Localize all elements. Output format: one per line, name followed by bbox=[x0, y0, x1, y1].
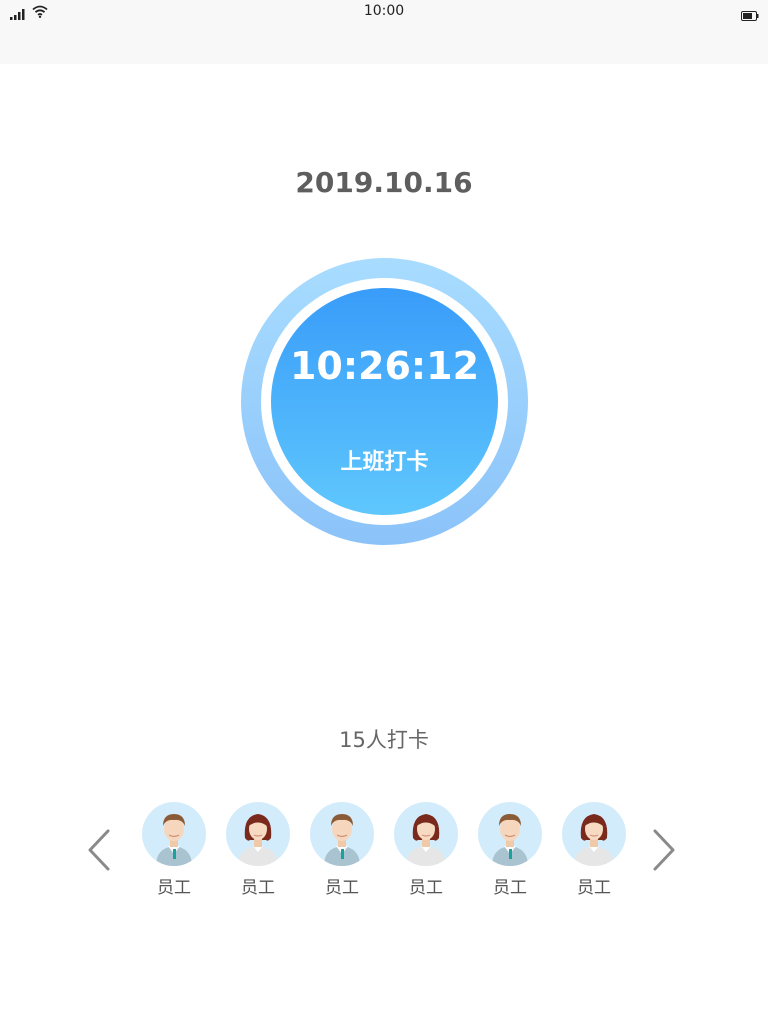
employee-item[interactable]: 员工 bbox=[394, 802, 458, 902]
employee-item[interactable]: 员工 bbox=[478, 802, 542, 902]
clock-time: 10:26:12 bbox=[289, 344, 480, 388]
employee-label: 员工 bbox=[157, 878, 191, 898]
chevron-right-icon[interactable] bbox=[649, 828, 679, 872]
employee-label: 员工 bbox=[241, 878, 275, 898]
battery-icon bbox=[741, 6, 759, 25]
male-avatar-icon bbox=[142, 802, 206, 866]
employee-list: 员工 员工 员工 员工 员工 员工 bbox=[142, 802, 626, 902]
status-time: 10:00 bbox=[363, 3, 405, 19]
clock-in-label: 上班打卡 bbox=[340, 450, 429, 475]
status-bar: 10:00 bbox=[0, 0, 768, 64]
employee-label: 员工 bbox=[409, 878, 443, 898]
clock-face: 10:26:12 上班打卡 bbox=[271, 288, 498, 515]
female-avatar-icon bbox=[394, 802, 458, 866]
clock-white-border: 10:26:12 上班打卡 bbox=[261, 278, 508, 525]
chevron-left-icon[interactable] bbox=[84, 828, 114, 872]
employee-label: 员工 bbox=[493, 878, 527, 898]
employee-label: 员工 bbox=[577, 878, 611, 898]
date-label: 2019.10.16 bbox=[295, 166, 473, 199]
employee-item[interactable]: 员工 bbox=[142, 802, 206, 902]
male-avatar-icon bbox=[310, 802, 374, 866]
employee-item[interactable]: 员工 bbox=[562, 802, 626, 902]
employee-label: 员工 bbox=[325, 878, 359, 898]
employee-item[interactable]: 员工 bbox=[310, 802, 374, 902]
female-avatar-icon bbox=[562, 802, 626, 866]
employee-item[interactable]: 员工 bbox=[226, 802, 290, 902]
female-avatar-icon bbox=[226, 802, 290, 866]
male-avatar-icon bbox=[478, 802, 542, 866]
clock-in-button[interactable]: 10:26:12 上班打卡 bbox=[241, 258, 528, 545]
checkin-count: 15人打卡 bbox=[339, 728, 429, 752]
